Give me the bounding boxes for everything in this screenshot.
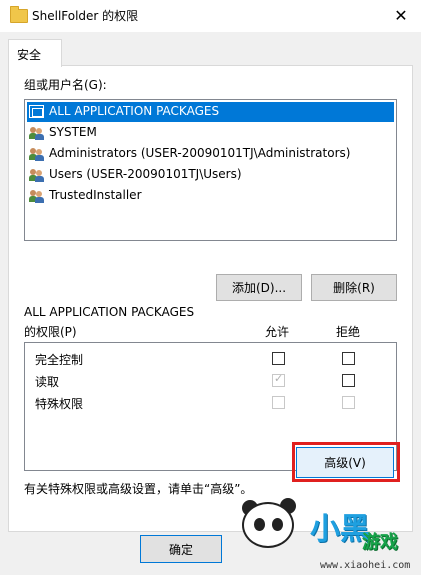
allow-checkbox[interactable]: [272, 352, 285, 365]
package-icon: [29, 105, 44, 118]
ok-button[interactable]: 确定: [140, 535, 222, 563]
deny-column-header: 拒绝: [336, 325, 361, 339]
window-title: ShellFolder 的权限: [32, 9, 139, 23]
group-user-list[interactable]: ALL APPLICATION PACKAGES SYSTEM Administ…: [24, 99, 397, 241]
deny-checkbox[interactable]: [342, 374, 355, 387]
panda-icon: [242, 502, 294, 548]
users-icon: [29, 126, 45, 140]
list-item-all-application-packages[interactable]: ALL APPLICATION PACKAGES: [27, 102, 394, 122]
list-item-label: Administrators (USER-20090101TJ\Administ…: [49, 146, 351, 160]
highlight-box: [292, 442, 400, 482]
close-button[interactable]: ✕: [381, 0, 421, 30]
list-item-users[interactable]: Users (USER-20090101TJ\Users): [27, 165, 394, 185]
deny-checkbox: [342, 396, 355, 409]
allow-checkbox: [272, 396, 285, 409]
close-icon: ✕: [394, 5, 408, 25]
permission-name: 读取: [35, 375, 60, 389]
users-icon: [29, 189, 45, 203]
tab-security[interactable]: 安全: [8, 39, 62, 67]
folder-icon: [10, 6, 28, 23]
deny-checkbox[interactable]: [342, 352, 355, 365]
advanced-note: 有关特殊权限或高级设置，请单击“高级”。: [24, 482, 253, 496]
users-icon: [29, 168, 45, 182]
list-item-administrators[interactable]: Administrators (USER-20090101TJ\Administ…: [27, 144, 394, 164]
tab-label: 安全: [17, 48, 42, 62]
add-button[interactable]: 添加(D)...: [216, 274, 302, 301]
watermark-text-1: 小黑: [310, 512, 370, 547]
watermark-logo: 小黑 游戏 www.xiaohei.com: [222, 488, 421, 575]
permission-name: 特殊权限: [35, 397, 84, 411]
list-item-label: TrustedInstaller: [49, 188, 142, 202]
permission-row-read: 读取 ✓: [25, 369, 394, 391]
list-item-system[interactable]: SYSTEM: [27, 123, 394, 143]
permission-name: 完全控制: [35, 353, 84, 367]
users-icon: [29, 147, 45, 161]
list-item-trustedinstaller[interactable]: TrustedInstaller: [27, 186, 394, 206]
allow-checkbox: ✓: [272, 372, 285, 387]
allow-column-header: 允许: [265, 325, 290, 339]
check-icon: ✓: [274, 372, 284, 385]
permission-row-full-control: 完全控制: [25, 347, 394, 369]
permissions-heading-line1: ALL APPLICATION PACKAGES: [24, 305, 195, 319]
list-item-label: SYSTEM: [49, 125, 97, 139]
list-item-label: ALL APPLICATION PACKAGES: [49, 104, 220, 118]
watermark-url: www.xiaohei.com: [320, 560, 411, 571]
watermark-text-2: 游戏: [362, 532, 398, 553]
permissions-heading-line2: 的权限(P): [24, 325, 77, 339]
remove-button[interactable]: 删除(R): [311, 274, 397, 301]
list-item-label: Users (USER-20090101TJ\Users): [49, 167, 242, 181]
group-user-label: 组或用户名(G):: [24, 78, 107, 92]
title-bar: ShellFolder 的权限 ✕: [0, 0, 421, 32]
permission-row-special: 特殊权限: [25, 391, 394, 413]
